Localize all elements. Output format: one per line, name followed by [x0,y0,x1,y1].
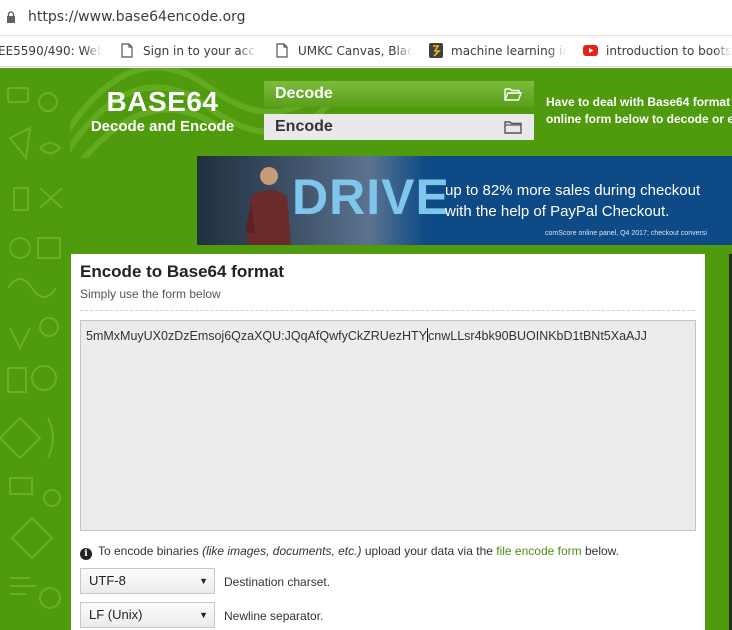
dropdown-arrow-icon: ▼ [199,576,208,586]
encode-nav-label: Encode [275,118,333,135]
page-icon [276,43,290,59]
ad-line-2: with the help of PayPal Checkout. [445,203,670,220]
bookmark-item[interactable]: UMKC Canvas, Blackb [276,43,413,59]
intro-text: Have to deal with Base64 format online f… [546,94,732,128]
folder-icon [504,121,522,134]
newline-select[interactable]: LF (Unix) ▼ [80,602,215,628]
info-mid: upload your data via the [361,544,497,558]
page-subtitle: Simply use the form below [80,287,221,301]
notebook-icon [429,43,443,59]
charset-select[interactable]: UTF-8 ▼ [80,568,215,594]
bookmark-item[interactable]: EE5590/490: Web/ [0,43,102,59]
ad-source-note: comScore online panel, Q4 2017; checkout… [545,230,707,237]
info-italic: (like images, documents, etc.) [202,544,362,558]
bookmark-label: introduction to boots [606,44,732,58]
decode-nav-label: Decode [275,85,333,102]
charset-label: Destination charset. [224,575,331,589]
intro-line-2: online form below to decode or e [546,112,732,126]
ad-headline: DRIVE [292,169,450,225]
bookmark-item[interactable]: introduction to boots [583,43,732,59]
ad-line-1: up to 82% more sales during checkout [445,182,701,199]
bookmark-item[interactable]: Sign in to your accou [121,43,257,59]
dropdown-arrow-icon: ▼ [199,610,208,620]
worker-silhouette-image [245,167,291,245]
youtube-icon [583,43,598,59]
address-bar[interactable]: https://www.base64encode.org [0,0,732,36]
encode-panel: Encode to Base64 format Simply use the f… [71,254,705,630]
encode-nav-button[interactable]: Encode [264,114,534,140]
newline-value: LF (Unix) [89,607,143,622]
lock-icon [7,11,15,23]
folder-open-icon [504,88,522,101]
binary-info-text: i To encode binaries (like images, docume… [80,544,619,560]
input-text-after-cursor: cnwLLsr4bk90BUOINKbD1tBNt5XaAJJ [428,329,647,343]
dashed-divider [80,310,695,311]
input-text-before-cursor: 5mMxMuyUX0zDzEmsoj6QzaXQU:JQqAfQwfyCkZRU… [86,329,428,343]
info-prefix: To encode binaries [98,544,203,558]
charset-value: UTF-8 [89,573,126,588]
file-encode-form-link[interactable]: file encode form [496,544,581,558]
logo-subtitle: Decode and Encode [90,118,235,135]
info-icon: i [80,548,92,560]
info-suffix: below. [581,544,619,558]
bookmark-item[interactable]: machine learning inte [429,43,566,59]
paypal-advertisement[interactable]: DRIVE up to 82% more sales during checko… [197,156,732,245]
url-text[interactable]: https://www.base64encode.org [28,9,246,25]
encode-input-textarea[interactable]: 5mMxMuyUX0zDzEmsoj6QzaXQU:JQqAfQwfyCkZRU… [80,320,696,531]
decode-nav-button[interactable]: Decode [264,81,534,107]
newline-label: Newline separator. [224,609,324,623]
page-icon [121,43,135,59]
bookmarks-bar: EE5590/490: Web/ Sign in to your accou U… [0,36,732,67]
site-header-area: BASE64 Decode and Encode Decode Encode H… [0,68,732,630]
doodle-pattern-decoration [0,87,63,609]
logo-title[interactable]: BASE64 [80,86,245,118]
intro-line-1: Have to deal with Base64 format [546,95,731,109]
page-title: Encode to Base64 format [80,262,285,281]
